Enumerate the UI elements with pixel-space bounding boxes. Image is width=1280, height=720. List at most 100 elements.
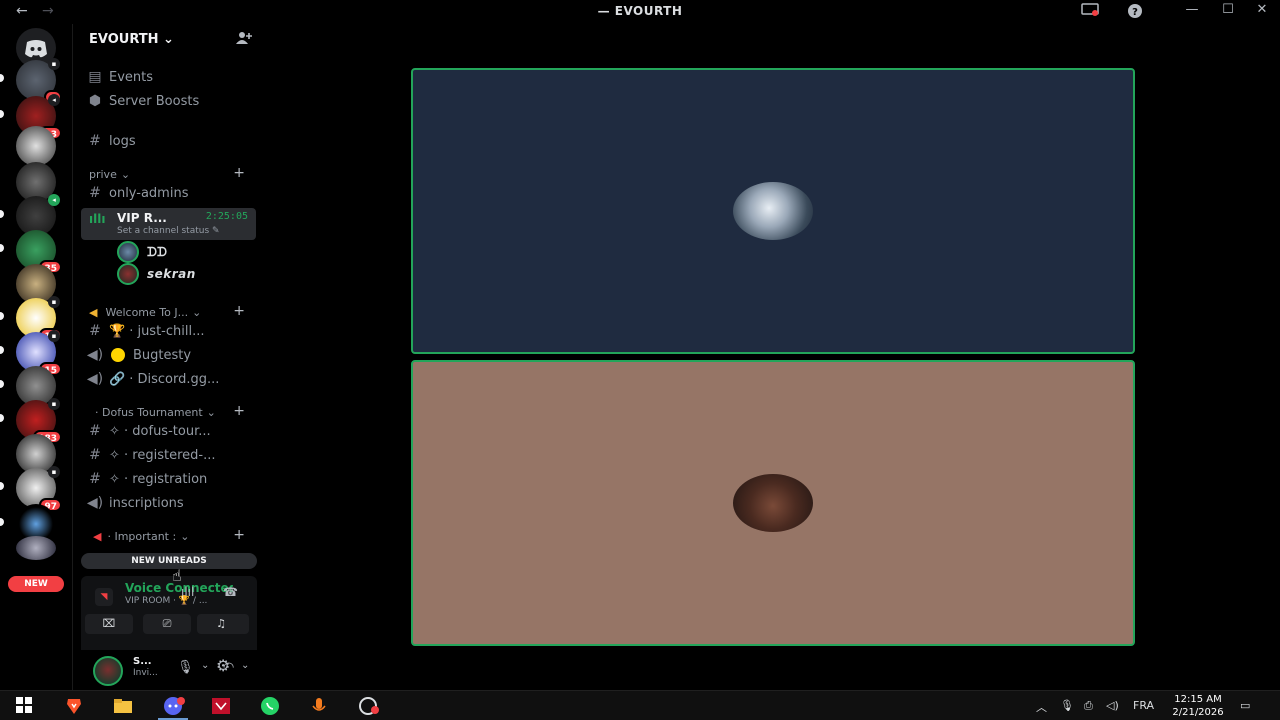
voice-user[interactable]: sekran bbox=[117, 263, 196, 285]
channel-label: only-admins bbox=[109, 185, 189, 201]
speaker-icon: ◀) bbox=[86, 347, 104, 363]
hashtag-icon: # bbox=[89, 447, 101, 463]
windows-start-icon[interactable] bbox=[15, 696, 35, 716]
channel-status-text: Set a channel status bbox=[117, 226, 210, 236]
category-label: prive bbox=[89, 167, 117, 181]
channel-server-boosts[interactable]: ⬢ Server Boosts bbox=[81, 90, 257, 112]
disconnect-icon[interactable]: ☎ bbox=[223, 585, 238, 599]
notifications-icon[interactable]: ▭ bbox=[1240, 699, 1250, 712]
settings-gear-icon[interactable]: ⚙ bbox=[216, 656, 230, 675]
whatsapp-icon[interactable] bbox=[260, 696, 280, 716]
speaker-icon: ▪ bbox=[48, 466, 60, 478]
soundboard-button[interactable]: ♫ bbox=[197, 614, 245, 634]
minimize-icon[interactable]: — bbox=[1182, 2, 1202, 17]
yellow-circle-icon bbox=[111, 348, 125, 362]
channel-discord-gg[interactable]: ◀) 🔗 · Discord.gg... bbox=[81, 368, 257, 390]
add-channel-icon[interactable]: + bbox=[233, 403, 245, 419]
camera-off-button[interactable]: ⌧ bbox=[85, 614, 133, 634]
channel-label: · just-chill... bbox=[129, 323, 205, 339]
help-icon[interactable]: ? bbox=[1125, 3, 1145, 23]
category-welcome[interactable]: ◀ Welcome To J... ⌄ + bbox=[81, 303, 257, 320]
discord-taskbar-icon[interactable] bbox=[163, 696, 185, 716]
channel-inscriptions[interactable]: ◀) inscriptions bbox=[81, 492, 257, 514]
microphone-icon[interactable]: 🎙 bbox=[177, 660, 194, 675]
participant-tile[interactable] bbox=[411, 68, 1135, 354]
channel-registration[interactable]: # ✧ · registration bbox=[81, 468, 257, 490]
add-channel-icon[interactable]: + bbox=[233, 303, 245, 319]
chevron-down-icon: ⌄ bbox=[192, 305, 202, 319]
category-important[interactable]: ◀ · Important : ⌄ + bbox=[81, 527, 257, 544]
category-label: Welcome To J... bbox=[105, 305, 189, 319]
speaker-icon: ▪ bbox=[48, 58, 60, 70]
screen-share-button[interactable]: ⎚ bbox=[143, 614, 191, 634]
channel-logs[interactable]: # logs bbox=[81, 130, 257, 152]
chevron-up-icon[interactable]: ︿ bbox=[1036, 699, 1047, 715]
channel-label: inscriptions bbox=[109, 495, 184, 511]
svg-text:?: ? bbox=[1132, 7, 1138, 18]
maximize-icon[interactable]: ☐ bbox=[1218, 2, 1238, 17]
channel-label: ✧ · dofus-tour... bbox=[109, 423, 211, 439]
brave-browser-icon[interactable] bbox=[64, 696, 84, 716]
speaker-icon: ▪ bbox=[48, 330, 60, 342]
noise-suppression-icon[interactable]: ılıl bbox=[181, 585, 194, 599]
category-label: · Important : bbox=[107, 529, 177, 543]
add-member-icon[interactable] bbox=[235, 30, 253, 50]
system-clock[interactable]: 12:15 AM 2/21/2026 bbox=[1168, 693, 1228, 719]
new-unreads-pill[interactable]: NEW bbox=[8, 576, 64, 592]
add-channel-icon[interactable]: + bbox=[233, 165, 245, 181]
user-status: Invi... bbox=[133, 668, 158, 678]
server-icon[interactable] bbox=[16, 536, 56, 560]
channel-only-admins[interactable]: # only-admins bbox=[81, 182, 257, 204]
server-icon[interactable]: ▪ 97 bbox=[16, 466, 62, 512]
user-avatar[interactable] bbox=[93, 656, 123, 686]
voice-room-label[interactable]: VIP ROOM · 🏆 / ... bbox=[125, 596, 207, 606]
channel-dofus-tour[interactable]: # ✧ · dofus-tour... bbox=[81, 420, 257, 442]
channel-label: Events bbox=[109, 69, 154, 85]
flag-icon: ◀ bbox=[93, 529, 102, 543]
add-channel-icon[interactable]: + bbox=[233, 527, 245, 543]
file-explorer-icon[interactable] bbox=[113, 696, 133, 716]
chevron-down-icon[interactable]: ⌄ bbox=[201, 660, 209, 671]
channel-bugtesty[interactable]: ◀) Bugtesty bbox=[81, 344, 257, 366]
unread-pill bbox=[0, 482, 4, 490]
trophy-icon: 🏆 bbox=[109, 323, 126, 339]
network-icon[interactable]: ⎙ bbox=[1084, 699, 1093, 713]
channel-events[interactable]: ▤ Events bbox=[81, 66, 257, 88]
channel-registered[interactable]: # ✧ · registered-... bbox=[81, 444, 257, 466]
voice-user[interactable]: ᗪᗪ bbox=[117, 241, 167, 263]
chevron-down-icon[interactable]: ⌄ bbox=[241, 660, 249, 671]
unread-pill bbox=[0, 110, 4, 118]
user-panel: S... Invi... 🎙 ⌄ ◠ ⌄ bbox=[73, 650, 265, 690]
app-icon[interactable] bbox=[211, 696, 231, 716]
boost-icon: ⬢ bbox=[88, 93, 102, 109]
language-indicator[interactable]: FRA bbox=[1133, 699, 1154, 712]
close-icon[interactable]: ✕ bbox=[1252, 2, 1272, 17]
hashtag-icon: # bbox=[89, 133, 101, 149]
app-icon[interactable] bbox=[358, 696, 379, 716]
new-unreads-button[interactable]: NEW UNREADS bbox=[81, 553, 257, 569]
voice-stage bbox=[264, 24, 1280, 690]
participant-avatar bbox=[733, 474, 813, 532]
user-name[interactable]: S... bbox=[133, 656, 152, 667]
volume-icon[interactable]: ◁) bbox=[1106, 699, 1119, 712]
connection-signal-icon[interactable]: ◥ bbox=[95, 588, 113, 606]
server-icon[interactable] bbox=[16, 126, 56, 166]
chevron-down-icon: ⌄ bbox=[120, 167, 131, 181]
voice-timer: 2:25:05 bbox=[205, 211, 248, 222]
microphone-app-icon[interactable] bbox=[309, 696, 329, 716]
voice-channel-vip[interactable]: ıllı VIP R... 2:25:05 Set a channel stat… bbox=[81, 208, 256, 240]
channel-status[interactable]: Set a channel status ✎ bbox=[117, 226, 220, 236]
voice-user-name: sekran bbox=[147, 267, 196, 281]
channel-label: Bugtesty bbox=[133, 347, 192, 363]
server-name-text: EVOURTH bbox=[89, 32, 159, 47]
mouse-cursor: ☝ bbox=[172, 566, 182, 585]
screen-share-icon[interactable] bbox=[1080, 3, 1100, 21]
channel-label: Server Boosts bbox=[109, 93, 200, 109]
channel-just-chill[interactable]: # 🏆 · just-chill... bbox=[81, 320, 257, 342]
category-dofus-tournament[interactable]: · Dofus Tournament ⌄ + bbox=[81, 403, 257, 420]
avatar bbox=[117, 241, 139, 263]
server-header[interactable]: EVOURTH ⌄ bbox=[73, 24, 265, 56]
microphone-tray-icon[interactable]: 🎙 bbox=[1060, 699, 1074, 712]
participant-tile[interactable] bbox=[411, 360, 1135, 646]
category-prive[interactable]: prive ⌄ + bbox=[81, 165, 257, 182]
